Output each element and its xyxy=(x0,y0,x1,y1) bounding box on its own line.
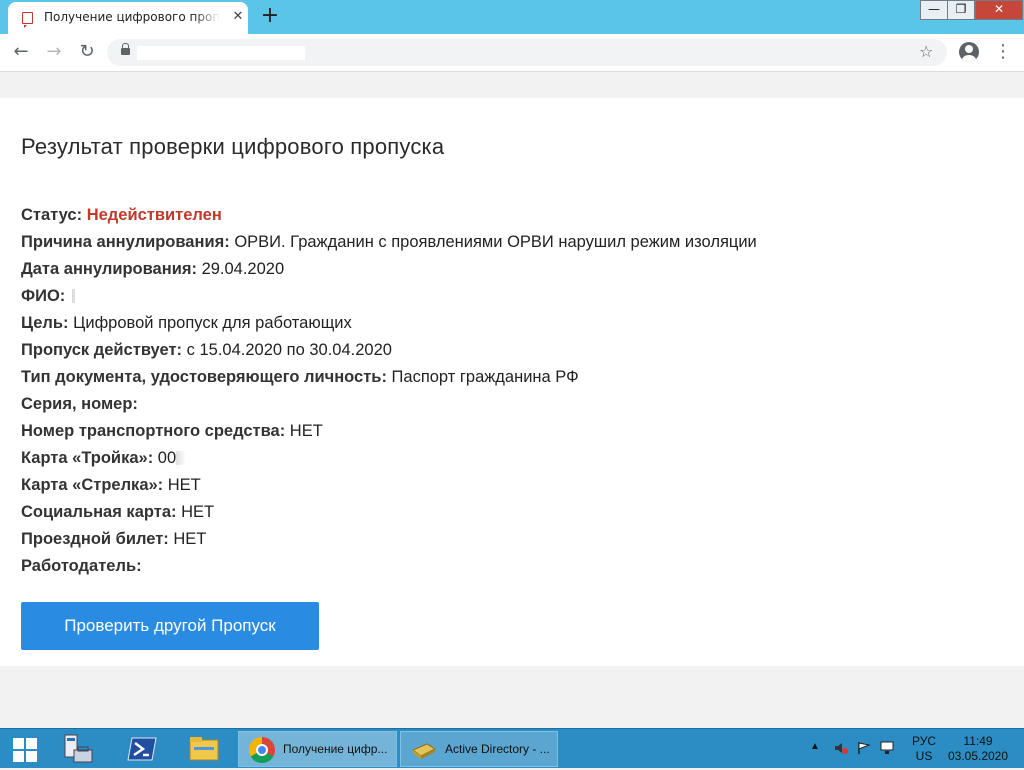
taskbar-item-chrome[interactable]: Получение цифр... xyxy=(238,731,397,767)
action-center-flag-icon[interactable] xyxy=(857,741,871,755)
file-explorer-icon[interactable] xyxy=(186,732,222,766)
bookmark-star-icon[interactable]: ☆ xyxy=(919,42,933,62)
status-value: Недействителен xyxy=(86,206,222,224)
redacted-value xyxy=(176,451,187,465)
field-valid-period: Пропуск действует: с 15.04.2020 по 30.04… xyxy=(21,341,392,359)
document-favicon-icon xyxy=(22,12,33,28)
page-title: Результат проверки цифрового пропуска xyxy=(21,134,445,159)
browser-tab[interactable]: Получение цифрового пропуска ✕ xyxy=(8,2,248,34)
new-tab-button[interactable]: + xyxy=(258,4,282,28)
taskbar-item-active-directory[interactable]: Active Directory - ... xyxy=(400,731,558,767)
url-text-redacted xyxy=(137,46,305,60)
active-directory-icon xyxy=(412,743,437,759)
network-icon[interactable] xyxy=(880,741,894,755)
reload-icon[interactable]: ↻ xyxy=(74,39,100,65)
window-close-button[interactable]: ✕ xyxy=(975,0,1023,20)
forward-arrow-icon[interactable]: → xyxy=(41,39,67,65)
kebab-menu-icon[interactable]: ⋮ xyxy=(994,39,1012,65)
powershell-icon[interactable] xyxy=(124,732,160,766)
field-troika-card: Карта «Тройка»: 00 xyxy=(21,445,757,472)
field-purpose: Цель: Цифровой пропуск для работающих xyxy=(21,314,352,332)
window-maximize-button[interactable]: ❐ xyxy=(947,0,975,20)
field-status: Статус: Недействителен xyxy=(21,206,222,224)
browser-tabstrip: Получение цифрового пропуска ✕ + — ❐ ✕ xyxy=(0,0,1024,34)
tab-title: Получение цифрового пропуска xyxy=(44,10,220,24)
field-full-name: ФИО: xyxy=(21,283,757,310)
page-viewport: Результат проверки цифрового пропуска Ст… xyxy=(0,72,1024,728)
address-bar[interactable]: ☆ xyxy=(107,39,947,66)
tray-overflow-arrow-icon[interactable]: ▲ xyxy=(810,741,820,752)
field-employer: Работодатель: xyxy=(21,557,142,575)
windows-taskbar: Получение цифр... Active Directory - ...… xyxy=(0,728,1024,768)
field-strelka-card: Карта «Стрелка»: НЕТ xyxy=(21,476,201,494)
result-card: Результат проверки цифрового пропуска Ст… xyxy=(0,98,1024,666)
system-clock[interactable]: 11:49 03.05.2020 xyxy=(946,734,1010,764)
back-arrow-icon[interactable]: ← xyxy=(8,39,34,65)
input-language-indicator[interactable]: РУС US xyxy=(910,734,938,764)
redacted-value xyxy=(71,289,75,303)
field-travel-ticket: Проездной билет: НЕТ xyxy=(21,530,207,548)
profile-avatar-icon[interactable] xyxy=(959,42,979,62)
check-another-pass-button[interactable]: Проверить другой Пропуск xyxy=(21,602,319,650)
windows-start-icon[interactable] xyxy=(8,732,44,766)
field-cancel-date: Дата аннулирования: 29.04.2020 xyxy=(21,260,285,278)
field-social-card: Социальная карта: НЕТ xyxy=(21,503,215,521)
pass-info-list: Статус: Недействителен Причина аннулиров… xyxy=(21,202,757,580)
field-cancel-reason: Причина аннулирования: ОРВИ. Гражданин с… xyxy=(21,233,757,251)
window-minimize-button[interactable]: — xyxy=(920,0,948,20)
browser-toolbar: ← → ↻ ☆ ⋮ xyxy=(0,34,1024,72)
server-manager-icon[interactable] xyxy=(60,732,96,766)
chrome-icon xyxy=(249,737,275,763)
speaker-muted-icon[interactable] xyxy=(834,741,848,755)
field-vehicle-number: Номер транспортного средства: НЕТ xyxy=(21,422,323,440)
lock-icon[interactable] xyxy=(121,43,130,55)
field-series-number: Серия, номер: xyxy=(21,395,138,413)
tab-close-icon[interactable]: ✕ xyxy=(230,9,246,25)
field-id-doc-type: Тип документа, удостоверяющего личность:… xyxy=(21,368,579,386)
